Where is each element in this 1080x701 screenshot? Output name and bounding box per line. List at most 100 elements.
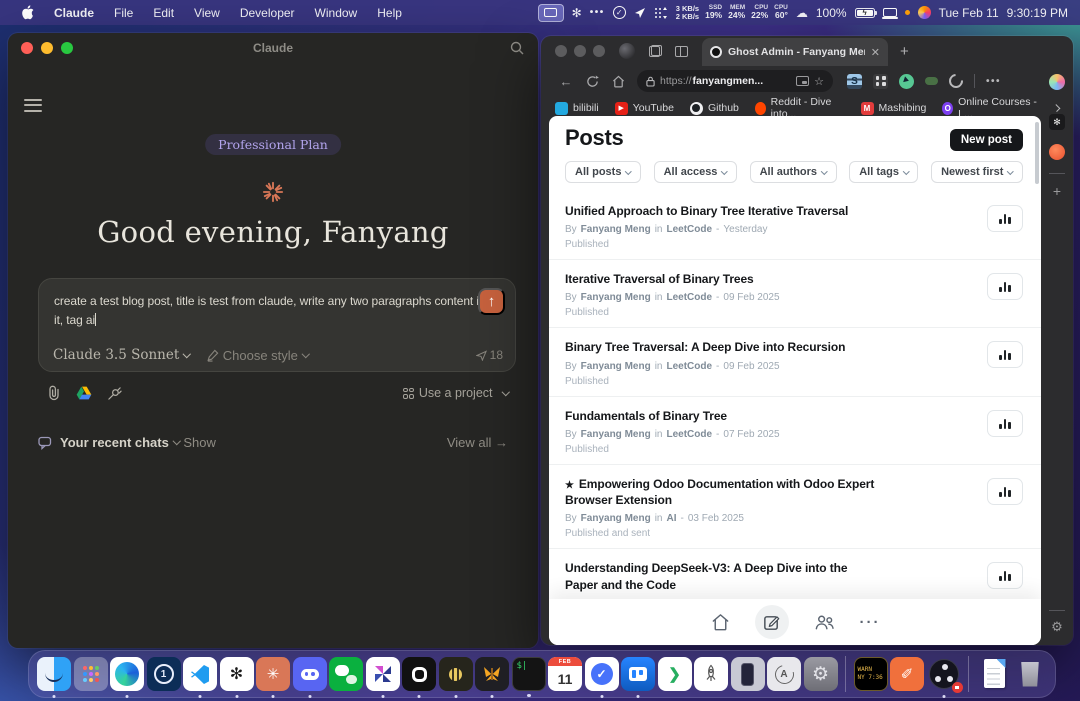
prompt-input[interactable]: create a test blog post, title is test f… <box>38 278 516 372</box>
reload-button[interactable] <box>579 75 605 88</box>
dock-terminal[interactable]: $| <box>512 657 546 691</box>
filter-all-access[interactable]: All access <box>654 161 737 183</box>
post-analytics-button[interactable] <box>987 273 1023 300</box>
post-row[interactable]: ★Empowering Odoo Documentation with Odoo… <box>549 465 1041 550</box>
nav-posts-icon[interactable] <box>755 605 789 639</box>
bookmark-bilibili[interactable]: bilibili <box>555 102 599 115</box>
bookmark-star-icon[interactable]: ☆ <box>814 75 824 88</box>
menu-app-name[interactable]: Claude <box>45 6 103 20</box>
dock-bee-app[interactable] <box>439 657 473 691</box>
extension-blocker-icon[interactable] <box>873 74 888 89</box>
extension-cursor-icon[interactable] <box>899 74 914 89</box>
dock-wechat[interactable] <box>329 657 363 691</box>
chevron-down-icon[interactable] <box>173 437 181 445</box>
dock-calendar[interactable]: FEB 11 <box>548 657 582 691</box>
post-title[interactable]: Understanding DeepSeek-V3: A Deep Dive i… <box>565 560 880 592</box>
dock-1password[interactable]: 1 <box>147 657 181 691</box>
cloud-icon[interactable]: ☁ <box>796 7 808 19</box>
close-window-button[interactable] <box>555 45 567 57</box>
sidebar-add-icon[interactable]: + <box>1053 183 1061 199</box>
back-button[interactable]: ← <box>553 74 579 89</box>
dock-obs[interactable] <box>927 657 961 691</box>
close-tab-icon[interactable]: ✕ <box>871 46 880 59</box>
attachment-icon[interactable] <box>46 385 61 401</box>
menu-developer[interactable]: Developer <box>231 6 304 20</box>
sidebar-settings-icon[interactable]: ⚙ <box>1051 619 1063 635</box>
dock-rocket-app[interactable] <box>694 657 728 691</box>
dock-clock-widget[interactable]: WARNNY 7:36 <box>854 657 888 691</box>
search-icon[interactable] <box>510 41 524 55</box>
use-project-button[interactable]: Use a project <box>403 386 508 400</box>
post-title[interactable]: Binary Tree Traversal: A Deep Dive into … <box>565 339 880 355</box>
post-title[interactable]: Iterative Traversal of Binary Trees <box>565 271 880 287</box>
dock-butterfly-app[interactable] <box>475 657 509 691</box>
dock-app-loop[interactable]: A <box>767 657 801 691</box>
dock-launchpad[interactable] <box>74 657 108 691</box>
send-button[interactable]: ↑ <box>478 288 505 315</box>
post-row[interactable]: Fundamentals of Binary Tree ByFanyang Me… <box>549 397 1041 465</box>
zoom-window-button[interactable] <box>61 42 73 54</box>
tab-stack-icon[interactable] <box>649 45 662 57</box>
menu-file[interactable]: File <box>105 6 142 20</box>
filter-all-tags[interactable]: All tags <box>849 161 918 183</box>
dock-ticktick[interactable]: ✓ <box>585 657 619 691</box>
dock-o-app[interactable] <box>402 657 436 691</box>
sidebar-toggle-icon[interactable] <box>675 46 688 57</box>
hamburger-menu-icon[interactable] <box>24 95 42 115</box>
display-icon[interactable] <box>883 8 897 17</box>
post-analytics-button[interactable] <box>987 205 1023 232</box>
post-row[interactable]: Binary Tree Traversal: A Deep Dive into … <box>549 328 1041 396</box>
dock-claude[interactable]: ✳ <box>256 657 290 691</box>
system-stats[interactable]: 3 KB/s2 KB/s SSD19% MEM24% CPU22% CPU60° <box>676 5 788 21</box>
dock-vscode[interactable] <box>183 657 217 691</box>
extension-grammar-icon[interactable] <box>925 77 938 85</box>
battery-icon[interactable]: ϟ <box>855 8 875 18</box>
chatgpt-menubar-icon[interactable]: ✻ <box>572 7 582 19</box>
dock-finder[interactable] <box>37 657 71 691</box>
dock-system-settings[interactable]: ⚙ <box>804 657 838 691</box>
location-icon[interactable] <box>634 7 646 19</box>
dock-edge-browser[interactable] <box>110 657 144 691</box>
bookmark-mashibing[interactable]: MMashibing <box>861 102 927 115</box>
dock-pen-app[interactable]: ✐ <box>890 657 924 691</box>
sidebar-ai-icon[interactable]: ✻ <box>1049 114 1065 130</box>
apple-menu-icon[interactable] <box>12 5 43 20</box>
nav-dashboard-icon[interactable] <box>710 612 731 633</box>
stats-grid-icon[interactable] <box>654 7 668 19</box>
minimize-window-button[interactable] <box>41 42 53 54</box>
connector-icon[interactable] <box>107 386 122 401</box>
profile-avatar[interactable] <box>619 43 635 59</box>
dock-trello[interactable] <box>621 657 655 691</box>
nav-more-icon[interactable]: ··· <box>860 614 881 631</box>
menu-view[interactable]: View <box>185 6 229 20</box>
menu-window[interactable]: Window <box>306 6 367 20</box>
home-button[interactable] <box>605 75 631 88</box>
filter-all-posts[interactable]: All posts <box>565 161 641 183</box>
post-row[interactable]: Understanding DeepSeek-V3: A Deep Dive i… <box>549 549 1041 601</box>
new-post-button[interactable]: New post <box>950 129 1023 151</box>
overflow-menu-icon[interactable]: ••• <box>986 76 1001 87</box>
close-window-button[interactable] <box>21 42 33 54</box>
firefox-menubar-icon[interactable] <box>918 6 931 19</box>
post-analytics-button[interactable] <box>987 341 1023 368</box>
dock-iphone-mirroring[interactable] <box>731 657 765 691</box>
dock-pinwheel-app[interactable] <box>366 657 400 691</box>
menu-help[interactable]: Help <box>368 6 411 20</box>
minimize-window-button[interactable] <box>574 45 586 57</box>
model-selector[interactable]: Claude 3.5 Sonnet <box>53 347 190 363</box>
post-row[interactable]: Unified Approach to Binary Tree Iterativ… <box>549 192 1041 260</box>
extensions-menu-icon[interactable] <box>946 71 966 91</box>
dock-documents[interactable] <box>977 657 1011 691</box>
menu-edit[interactable]: Edit <box>144 6 183 20</box>
check-circle-icon[interactable]: ✓ <box>613 6 626 19</box>
view-all-link[interactable]: View all → <box>447 435 508 450</box>
show-toggle[interactable]: Show <box>183 435 216 450</box>
post-title[interactable]: ★Empowering Odoo Documentation with Odoo… <box>565 476 880 509</box>
post-title[interactable]: Unified Approach to Binary Tree Iterativ… <box>565 203 880 219</box>
style-selector[interactable]: Choose style <box>206 348 309 363</box>
bookmark-github[interactable]: Github <box>690 102 739 115</box>
new-tab-button[interactable]: + <box>900 43 909 60</box>
more-menubar-icon[interactable]: ••• <box>590 7 605 18</box>
filter-sort-order[interactable]: Newest first <box>931 161 1023 183</box>
scrollbar[interactable] <box>1035 122 1039 184</box>
